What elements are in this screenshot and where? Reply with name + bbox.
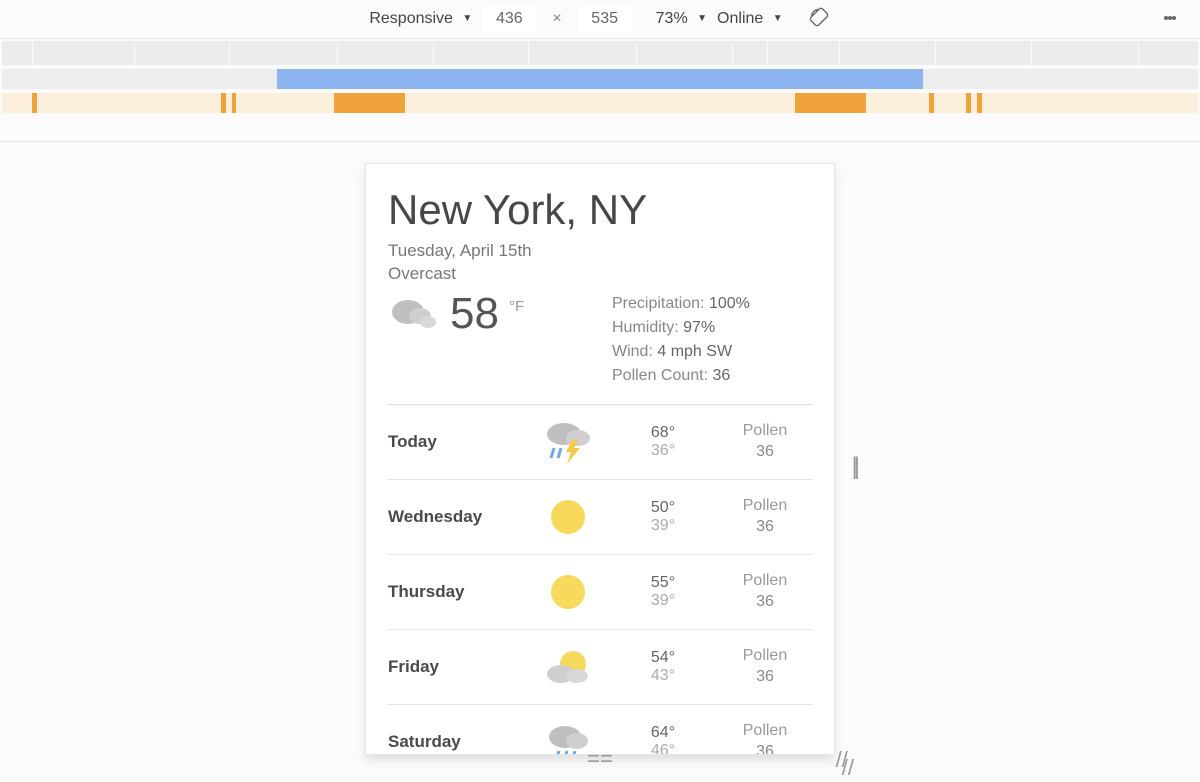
- width-ruler[interactable]: [2, 41, 1198, 65]
- wind-label: Wind:: [612, 343, 653, 360]
- weather-details: Precipitation: 100% Humidity: 97% Wind: …: [612, 292, 812, 388]
- forecast-pollen: 36: [718, 517, 812, 538]
- pollen-value: 36: [713, 367, 731, 384]
- forecast-day: Friday: [388, 657, 518, 677]
- forecast-high: 54°: [618, 649, 708, 667]
- pollen-label: Pollen Count:: [612, 367, 708, 384]
- location-title: New York, NY: [388, 186, 812, 234]
- ruler-tick: [935, 41, 936, 65]
- resize-handle-corner[interactable]: // //: [836, 756, 854, 772]
- ruler-tick: [732, 41, 733, 65]
- forecast-high: 68°: [618, 424, 708, 442]
- resize-handle-bottom[interactable]: ==: [587, 746, 613, 772]
- ruler-tick: [229, 41, 230, 65]
- sun-icon: [546, 495, 590, 539]
- precip-label: Precipitation:: [612, 295, 705, 312]
- pollen-word: Pollen: [718, 571, 812, 592]
- forecast-pollen: 36: [718, 442, 812, 463]
- sun-icon: [546, 570, 590, 614]
- ruler-tick: [1138, 41, 1139, 65]
- ruler-tick: [337, 41, 338, 65]
- chevron-down-icon: ▼: [462, 13, 472, 24]
- forecast-low: 46°: [618, 742, 708, 754]
- forecast-high: 55°: [618, 574, 708, 592]
- device-frame: New York, NY Tuesday, April 15th Overcas…: [366, 164, 834, 770]
- chevron-down-icon: ▼: [773, 13, 783, 24]
- ruler-tick: [32, 41, 33, 65]
- network-select[interactable]: Online ▼: [717, 10, 783, 28]
- dimensions-separator: ×: [552, 10, 561, 28]
- device-select[interactable]: Responsive ▼: [369, 10, 472, 28]
- forecast-day: Saturday: [388, 732, 518, 752]
- zoom-select-label: 73%: [656, 10, 688, 27]
- rotate-button[interactable]: [807, 7, 831, 31]
- device-toolbar: Responsive ▼ × 73% ▼ Online ▼: [0, 0, 1200, 39]
- forecast-low: 36°: [618, 442, 708, 460]
- resize-handle-right[interactable]: ||: [852, 453, 856, 481]
- forecast-day: Wednesday: [388, 507, 518, 527]
- chevron-down-icon: ▼: [697, 13, 707, 24]
- media-query-mark[interactable]: [929, 93, 934, 113]
- media-query-mark[interactable]: [232, 93, 237, 113]
- media-query-mark[interactable]: [334, 93, 405, 113]
- rendered-page[interactable]: New York, NY Tuesday, April 15th Overcas…: [366, 164, 834, 754]
- media-query-bar-max[interactable]: [2, 69, 1198, 89]
- pollen-word: Pollen: [718, 646, 812, 667]
- ruler-tick: [636, 41, 637, 65]
- date-line: Tuesday, April 15th: [388, 240, 812, 263]
- media-query-mark[interactable]: [966, 93, 971, 113]
- forecast-list: Today68°36°Pollen36Wednesday50°39°Pollen…: [388, 404, 812, 754]
- forecast-high: 64°: [618, 724, 708, 742]
- zoom-select[interactable]: 73% ▼: [656, 10, 707, 28]
- ruler-tick: [528, 41, 529, 65]
- forecast-pollen: 36: [718, 742, 812, 754]
- ruler-tick: [134, 41, 135, 65]
- pollen-word: Pollen: [718, 421, 812, 442]
- forecast-day: Today: [388, 432, 518, 452]
- media-query-mark[interactable]: [221, 93, 226, 113]
- ruler-tick: [839, 41, 840, 65]
- media-query-mark[interactable]: [977, 93, 982, 113]
- temp-unit: °F: [509, 298, 524, 315]
- humidity-value: 97%: [683, 319, 715, 336]
- showers-icon: [543, 719, 593, 754]
- forecast-pollen: 36: [718, 592, 812, 613]
- forecast-day: Thursday: [388, 582, 518, 602]
- humidity-label: Humidity:: [612, 319, 679, 336]
- forecast-low: 43°: [618, 667, 708, 685]
- pollen-word: Pollen: [718, 496, 812, 517]
- forecast-row: Today 68°36° Pollen36: [388, 405, 812, 480]
- condition-line: Overcast: [388, 263, 812, 286]
- more-options-button[interactable]: [1158, 6, 1182, 30]
- media-query-range[interactable]: [277, 69, 923, 89]
- forecast-row: Friday 54°43° Pollen36: [388, 630, 812, 705]
- kebab-icon: [1172, 16, 1176, 20]
- ruler-tick: [433, 41, 434, 65]
- media-query-bar-min[interactable]: [2, 93, 1198, 113]
- forecast-row: Thursday 55°39° Pollen36: [388, 555, 812, 630]
- media-query-mark[interactable]: [795, 93, 866, 113]
- partly-icon: [543, 646, 593, 688]
- weather-card: New York, NY Tuesday, April 15th Overcas…: [366, 164, 834, 754]
- storm-icon: [542, 418, 594, 466]
- pollen-word: Pollen: [718, 721, 812, 742]
- network-select-label: Online: [717, 10, 763, 27]
- device-select-label: Responsive: [369, 10, 453, 27]
- precip-value: 100%: [709, 295, 750, 312]
- overcast-icon: [388, 292, 440, 334]
- current-temp: 58: [450, 292, 499, 336]
- forecast-high: 50°: [618, 499, 708, 517]
- ruler-tick: [767, 41, 768, 65]
- viewport-height-input[interactable]: [578, 6, 632, 32]
- media-query-mark[interactable]: [32, 93, 37, 113]
- wind-value: 4 mph SW: [657, 343, 732, 360]
- forecast-low: 39°: [618, 592, 708, 610]
- rotate-icon: [808, 6, 830, 33]
- ruler-tick: [1031, 41, 1032, 65]
- viewport-width-input[interactable]: [482, 6, 536, 32]
- forecast-row: Wednesday 50°39° Pollen36: [388, 480, 812, 555]
- forecast-low: 39°: [618, 517, 708, 535]
- forecast-pollen: 36: [718, 667, 812, 688]
